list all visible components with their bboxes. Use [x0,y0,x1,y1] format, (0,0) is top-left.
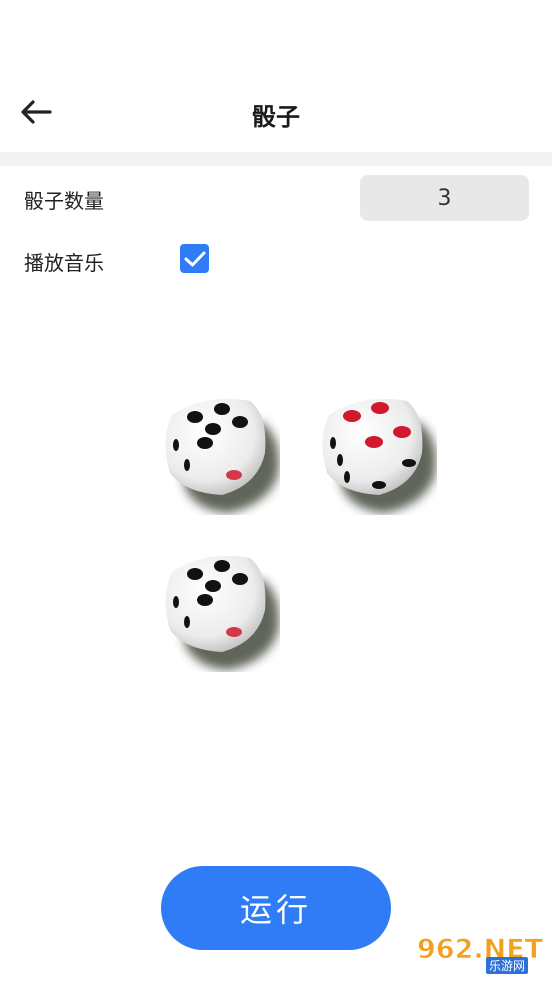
app-header: 骰子 [0,70,552,154]
die-2 [322,398,436,513]
die-1 [165,398,279,513]
site-watermark-logo: 962.NET [417,934,544,966]
dice-count-label: 骰子数量 [24,189,104,213]
run-button[interactable]: 运行 [161,866,391,950]
page-title: 骰子 [252,103,300,131]
checkmark-icon [184,251,205,266]
header-divider [0,152,552,166]
play-music-label: 播放音乐 [24,251,104,275]
dice-app-screen: 骰子 骰子数量 3 播放音乐 运行 962.NET 乐游网 [0,0,552,981]
die-3 [165,555,279,670]
dice-count-input[interactable]: 3 [360,175,529,221]
watermark-subtext: 乐游网 [486,957,529,974]
play-music-checkbox[interactable] [180,244,209,273]
